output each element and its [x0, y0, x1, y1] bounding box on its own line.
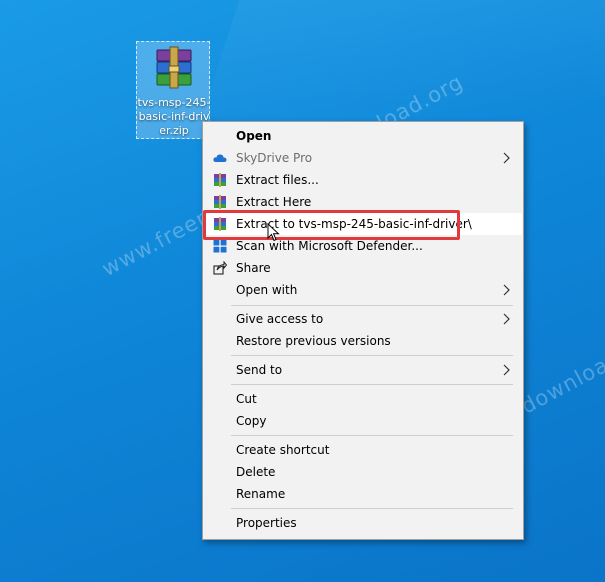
desktop-file-label: tvs-msp-245-basic-inf-driver.zip	[137, 96, 211, 137]
menu-separator	[231, 305, 513, 306]
menu-separator	[231, 384, 513, 385]
menu-item-properties[interactable]: Properties	[204, 512, 522, 534]
context-menu: Open SkyDrive Pro Extract files... Extra…	[202, 121, 524, 540]
menu-item-share[interactable]: Share	[204, 257, 522, 279]
menu-item-label: Cut	[236, 392, 257, 406]
menu-separator	[231, 508, 513, 509]
menu-item-label: Rename	[236, 487, 286, 501]
menu-item-create-shortcut[interactable]: Create shortcut	[204, 439, 522, 461]
menu-item-label: Give access to	[236, 312, 324, 326]
chevron-right-icon	[503, 313, 510, 325]
annotation-highlight-box	[203, 210, 460, 240]
menu-item-label: Send to	[236, 363, 283, 377]
menu-item-delete[interactable]: Delete	[204, 461, 522, 483]
menu-item-label: Create shortcut	[236, 443, 330, 457]
menu-item-skydrive-pro[interactable]: SkyDrive Pro	[204, 147, 522, 169]
menu-item-label: Restore previous versions	[236, 334, 391, 348]
chevron-right-icon	[503, 152, 510, 164]
menu-item-cut[interactable]: Cut	[204, 388, 522, 410]
menu-item-open-with[interactable]: Open with	[204, 279, 522, 301]
menu-item-give-access[interactable]: Give access to	[204, 308, 522, 330]
menu-item-label: SkyDrive Pro	[236, 151, 313, 165]
menu-item-open[interactable]: Open	[204, 125, 522, 147]
winrar-icon	[214, 195, 226, 209]
menu-item-label: Properties	[236, 516, 297, 530]
mouse-pointer-icon	[267, 223, 280, 242]
menu-item-copy[interactable]: Copy	[204, 410, 522, 432]
desktop: www.freeprinterdriverdownload.org www.fr…	[0, 0, 605, 582]
menu-item-label: Open	[236, 129, 272, 143]
menu-separator	[231, 355, 513, 356]
share-icon	[213, 261, 227, 275]
cloud-icon	[213, 154, 227, 162]
menu-item-label: Extract files...	[236, 173, 319, 187]
desktop-file-zip[interactable]: tvs-msp-245-basic-inf-driver.zip	[136, 41, 210, 139]
menu-separator	[231, 435, 513, 436]
chevron-right-icon	[503, 284, 510, 296]
winrar-archive-icon	[156, 46, 192, 89]
chevron-right-icon	[503, 364, 510, 376]
winrar-icon	[214, 173, 226, 187]
menu-item-rename[interactable]: Rename	[204, 483, 522, 505]
menu-item-label: Copy	[236, 414, 267, 428]
menu-item-send-to[interactable]: Send to	[204, 359, 522, 381]
defender-shield-icon	[213, 239, 227, 253]
menu-item-restore-versions[interactable]: Restore previous versions	[204, 330, 522, 352]
menu-item-label: Share	[236, 261, 271, 275]
menu-item-label: Delete	[236, 465, 276, 479]
menu-item-label: Open with	[236, 283, 298, 297]
menu-item-extract-files[interactable]: Extract files...	[204, 169, 522, 191]
